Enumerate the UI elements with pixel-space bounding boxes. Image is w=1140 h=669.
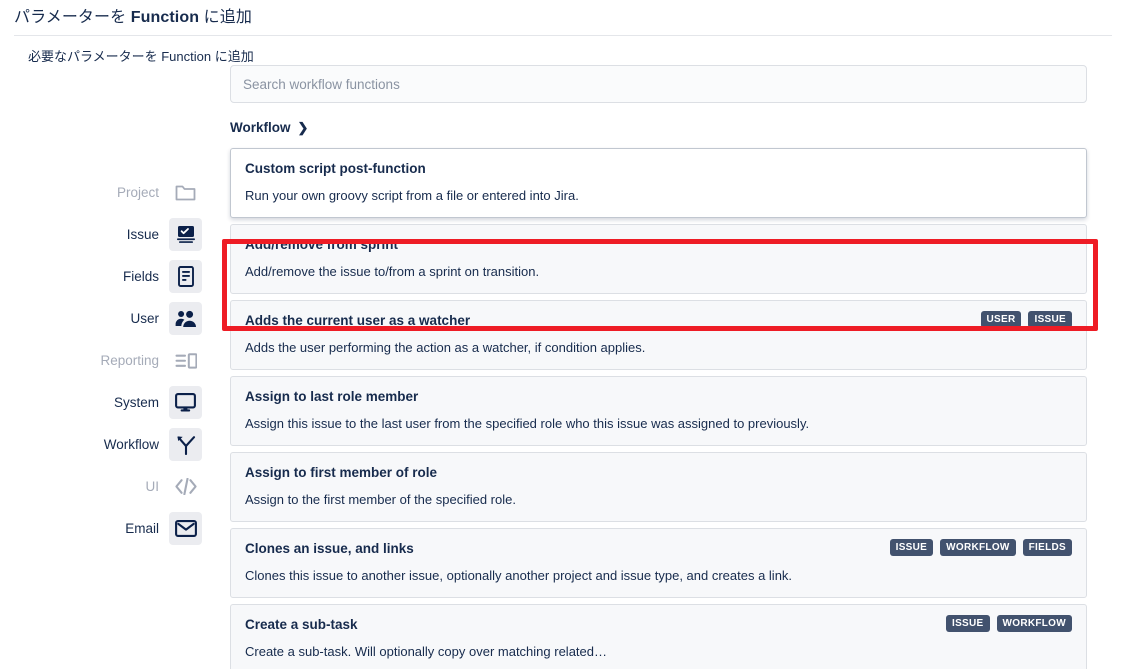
function-title: Assign to last role member xyxy=(245,389,419,404)
page-title-bold: Function xyxy=(130,9,200,26)
function-description: Add/remove the issue to/from a sprint on… xyxy=(245,264,540,279)
workflow-function-card[interactable]: Assign to first member of role Assign to … xyxy=(230,452,1087,522)
sidebar-item-workflow[interactable]: Workflow xyxy=(0,428,222,461)
function-description: Assign to the first member of the specif… xyxy=(245,492,516,507)
page-title-suffix: に追加 xyxy=(199,9,252,26)
function-title: Create a sub-task xyxy=(245,617,358,632)
badge-fields: FIELDS xyxy=(1022,539,1072,556)
workflow-function-list: Custom script post-function Run your own … xyxy=(230,148,1090,669)
function-description: Assign this issue to the last user from … xyxy=(245,416,810,431)
workflow-function-card[interactable]: Assign to last role member Assign this is… xyxy=(230,376,1087,446)
workflow-function-card[interactable]: Clones an issue, and links ISSUE WORKFLOW F… xyxy=(230,528,1087,598)
workflow-function-card[interactable]: Custom script post-function Run your own … xyxy=(230,148,1087,218)
workflow-function-card[interactable]: Add/remove from sprint Add/remove the iss… xyxy=(230,224,1087,294)
main-column: Workflow ❯ Custom script post-function Ru… xyxy=(230,65,1090,669)
function-title: Clones an issue, and links xyxy=(245,541,414,556)
sidebar-item-label: UI xyxy=(145,478,160,494)
sidebar-item-ui[interactable]: UI xyxy=(0,470,222,503)
breadcrumb-label: Workflow xyxy=(230,119,291,135)
function-title: Adds the current user as a watcher xyxy=(245,313,471,328)
sidebar-item-reporting[interactable]: Reporting xyxy=(0,344,222,377)
badge-workflow: WORKFLOW xyxy=(940,539,1016,556)
body-container: Project Issue Fields User Reporting System Wor… xyxy=(0,65,1140,669)
page-subtitle: 必要なパラメーターを Function に追加 xyxy=(28,49,254,64)
sidebar-item-label: Reporting xyxy=(100,352,159,368)
badge-user: USER xyxy=(980,311,1022,328)
sidebar-item-label: Email xyxy=(125,520,159,536)
sidebar-item-label: Issue xyxy=(126,226,159,242)
workflow-function-card[interactable]: Create a sub-task ISSUE WORKFLOW Create a s… xyxy=(230,604,1087,669)
sidebar-item-fields[interactable]: Fields xyxy=(0,260,222,293)
sidebar-item-label: Workflow xyxy=(103,436,159,452)
monitor-icon xyxy=(169,386,202,419)
chevron-right-icon: ❯ xyxy=(297,119,309,135)
function-title: Assign to first member of role xyxy=(245,465,438,480)
function-card-header: Adds the current user as a watcher USER IS… xyxy=(245,311,1072,330)
sidebar-item-email[interactable]: Email xyxy=(0,512,222,545)
breadcrumb[interactable]: Workflow ❯ xyxy=(230,118,1090,136)
function-card-header: Assign to first member of role xyxy=(245,464,1072,482)
workflow-function-card[interactable]: Adds the current user as a watcher USER IS… xyxy=(230,300,1087,370)
function-description: Run your own groovy script from a file o… xyxy=(245,188,579,203)
code-icon xyxy=(169,470,202,503)
function-card-header: Assign to last role member xyxy=(245,388,1072,406)
badge-issue: ISSUE xyxy=(889,539,934,556)
badge-issue: ISSUE xyxy=(945,615,990,632)
category-sidebar: Project Issue Fields User Reporting System Wor… xyxy=(0,176,222,554)
function-title: Custom script post-function xyxy=(245,161,426,176)
folder-icon xyxy=(169,176,202,209)
sidebar-item-user[interactable]: User xyxy=(0,302,222,335)
function-badge-group: ISSUE WORKFLOW FIELDS xyxy=(889,539,1072,556)
function-card-header: Clones an issue, and links ISSUE WORKFLOW F… xyxy=(245,539,1072,558)
function-description: Create a sub-task. Will optionally copy … xyxy=(245,644,607,659)
workflow-icon xyxy=(169,428,202,461)
badge-issue: ISSUE xyxy=(1028,311,1072,328)
function-badge-group: USER ISSUE xyxy=(980,311,1072,328)
function-description: Clones this issue to another issue, opti… xyxy=(245,568,793,583)
issue-icon xyxy=(169,218,202,251)
page-header: パラメーターを Function に追加 必要なパラメーターを Function… xyxy=(0,0,1140,65)
function-card-header: Add/remove from sprint xyxy=(245,236,1072,254)
page-title: パラメーターを Function に追加 xyxy=(14,8,1126,28)
sidebar-item-project[interactable]: Project xyxy=(0,176,222,209)
sidebar-item-issue[interactable]: Issue xyxy=(0,218,222,251)
sidebar-item-label: Fields xyxy=(122,268,159,284)
page-title-prefix: パラメーターを xyxy=(14,9,131,26)
users-icon xyxy=(169,302,202,335)
fields-icon xyxy=(169,260,202,293)
function-card-header: Custom script post-function xyxy=(245,160,1072,178)
envelope-icon xyxy=(169,512,202,545)
sidebar-item-label: User xyxy=(130,310,159,326)
function-title: Add/remove from sprint xyxy=(245,237,399,252)
badge-workflow: WORKFLOW xyxy=(996,615,1072,632)
sidebar-item-label: Project xyxy=(116,184,159,200)
sidebar-item-system[interactable]: System xyxy=(0,386,222,419)
search-input[interactable] xyxy=(230,65,1087,103)
function-card-header: Create a sub-task ISSUE WORKFLOW xyxy=(245,615,1072,634)
function-description: Adds the user performing the action as a… xyxy=(245,340,646,355)
reporting-icon xyxy=(169,344,202,377)
function-badge-group: ISSUE WORKFLOW xyxy=(945,615,1072,632)
sidebar-item-label: System xyxy=(113,394,159,410)
